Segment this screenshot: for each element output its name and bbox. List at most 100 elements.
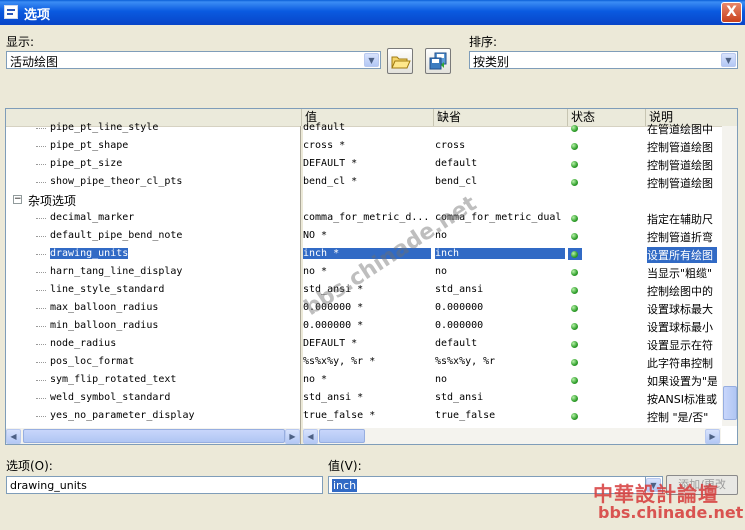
option-value: comma_for_metric_d...	[303, 212, 430, 223]
option-description: 如果设置为"是	[647, 375, 717, 388]
tree-connector	[36, 236, 46, 237]
display-select-value: 活动绘图	[10, 55, 59, 69]
column-splitter[interactable]	[300, 126, 303, 444]
option-row[interactable]: drawing_units inch * inch 设置所有绘图	[6, 245, 717, 263]
option-name: sym_flip_rotated_text	[50, 374, 177, 385]
status-active-icon	[571, 395, 578, 402]
horizontal-scrollbar-left[interactable]: ◀ ▶	[6, 428, 300, 444]
option-row[interactable]: default_pipe_bend_note NO * no 控制管道折弯	[6, 227, 716, 245]
tree-connector	[36, 128, 46, 129]
option-row[interactable]: show_pipe_theor_cl_pts bend_cl * bend_cl 控制…	[6, 173, 716, 191]
option-value: no *	[303, 266, 328, 277]
option-default: default	[435, 158, 478, 169]
options-dialog-icon	[4, 5, 18, 19]
option-name: decimal_marker	[50, 212, 135, 223]
status-active-icon	[571, 377, 578, 384]
vertical-scrollbar[interactable]	[722, 126, 737, 426]
status-active-icon	[571, 269, 578, 276]
option-default: 0.000000	[435, 302, 484, 313]
option-value: std_ansi *	[303, 392, 364, 403]
option-row[interactable]: pipe_pt_size DEFAULT * default 控制管道绘图	[6, 155, 716, 173]
horizontal-scroll-thumb-right[interactable]	[319, 429, 365, 443]
option-value: inch *	[303, 248, 431, 259]
sort-select-value: 按类别	[473, 55, 510, 69]
option-value: 0.000000 *	[303, 302, 364, 313]
option-row[interactable]: line_style_standard std_ansi * std_ansi 控制绘…	[6, 281, 716, 299]
option-name: max_balloon_radius	[50, 302, 159, 313]
horizontal-scrollbar-right[interactable]: ◀ ▶	[303, 428, 721, 444]
status-active-icon	[571, 341, 578, 348]
status-active-icon	[571, 215, 578, 222]
chevron-down-icon[interactable]: ▼	[721, 53, 736, 67]
option-row[interactable]: max_balloon_radius 0.000000 * 0.000000 设置球标…	[6, 299, 716, 317]
option-name: default_pipe_bend_note	[50, 230, 183, 241]
option-value: cross *	[303, 140, 346, 151]
option-name: min_balloon_radius	[50, 320, 159, 331]
option-name: pipe_pt_shape	[50, 140, 129, 151]
category-row[interactable]: − 杂项选项	[6, 191, 296, 209]
category-label: 杂项选项	[28, 194, 77, 208]
chevron-down-icon[interactable]: ▼	[364, 53, 379, 67]
option-default: std_ansi	[435, 284, 484, 295]
option-row[interactable]: harn_tang_line_display no * no 当显示"粗缆"	[6, 263, 716, 281]
open-config-button[interactable]	[387, 48, 413, 74]
option-value-field[interactable]: inch	[328, 476, 658, 494]
add-change-button[interactable]: 添加/更改	[666, 475, 738, 495]
option-name: line_style_standard	[50, 284, 165, 295]
option-description: 控制管道绘图	[647, 141, 713, 154]
tree-connector	[36, 416, 46, 417]
option-row[interactable]: pos_loc_format %s%x%y, %r * %s%x%y, %r 此字符串…	[6, 353, 716, 371]
option-default: bend_cl	[435, 176, 478, 187]
folder-open-icon	[391, 56, 411, 69]
close-button[interactable]: X	[721, 2, 742, 23]
option-description: 在管道绘图中	[647, 123, 713, 136]
status-active-icon	[571, 413, 578, 420]
option-name: yes_no_parameter_display	[50, 410, 195, 421]
option-name: show_pipe_theor_cl_pts	[50, 176, 183, 187]
sort-label: 排序:	[469, 35, 498, 49]
scroll-left-icon[interactable]: ◀	[303, 429, 318, 444]
option-name-field[interactable]: drawing_units	[6, 476, 323, 494]
tree-connector	[36, 344, 46, 345]
option-row[interactable]: sym_flip_rotated_text no * no 如果设置为"是	[6, 371, 717, 389]
option-value: default	[303, 122, 346, 133]
vertical-scroll-thumb[interactable]	[723, 386, 737, 420]
option-description: 控制 "是/否"	[647, 411, 709, 424]
value-dropdown[interactable]: ▼	[645, 476, 663, 494]
option-row[interactable]: node_radius DEFAULT * default 设置显示在符	[6, 335, 716, 353]
option-row[interactable]: weld_symbol_standard std_ansi * std_ansi 按A…	[6, 389, 717, 407]
option-description: 控制管道绘图	[647, 159, 713, 172]
sort-select[interactable]: 按类别 ▼	[469, 51, 738, 69]
display-select[interactable]: 活动绘图 ▼	[6, 51, 381, 69]
scroll-right-icon[interactable]: ▶	[285, 429, 300, 444]
status-active-icon	[571, 233, 578, 240]
option-description: 控制管道折弯	[647, 231, 713, 244]
option-description: 控制绘图中的	[647, 285, 713, 298]
option-row[interactable]: pipe_pt_line_style default 在管道绘图中	[6, 119, 716, 137]
option-row[interactable]: pipe_pt_shape cross * cross 控制管道绘图	[6, 137, 716, 155]
option-description: 指定在辅助尺	[647, 213, 713, 226]
scroll-left-icon[interactable]: ◀	[6, 429, 21, 444]
options-list[interactable]: 值 缺省 状态 说明 pipe_pt_line_style default 在管道绘…	[5, 108, 738, 445]
horizontal-scroll-thumb-left[interactable]	[23, 429, 285, 443]
option-row[interactable]: decimal_marker comma_for_metric_d... comma…	[6, 209, 716, 227]
chevron-down-icon[interactable]: ▼	[646, 478, 661, 492]
option-description: 此字符串控制	[647, 357, 713, 370]
status-active-icon	[571, 179, 578, 186]
option-default: true_false	[435, 410, 496, 421]
option-value: std_ansi *	[303, 284, 364, 295]
option-row[interactable]: min_balloon_radius 0.000000 * 0.000000 设置球标…	[6, 317, 716, 335]
option-value: true_false *	[303, 410, 376, 421]
collapse-icon[interactable]: −	[13, 195, 22, 204]
tree-connector	[36, 272, 46, 273]
status-active-icon	[571, 143, 578, 150]
tree-connector	[36, 290, 46, 291]
status-active-icon	[571, 305, 578, 312]
option-row[interactable]: yes_no_parameter_display true_false * true…	[6, 407, 716, 425]
option-name: pipe_pt_line_style	[50, 122, 159, 133]
title-bar: 选项 X	[0, 0, 745, 25]
save-config-button[interactable]	[425, 48, 451, 74]
option-default: 0.000000	[435, 320, 484, 331]
scroll-right-icon[interactable]: ▶	[705, 429, 720, 444]
option-label: 选项(O):	[6, 459, 53, 473]
